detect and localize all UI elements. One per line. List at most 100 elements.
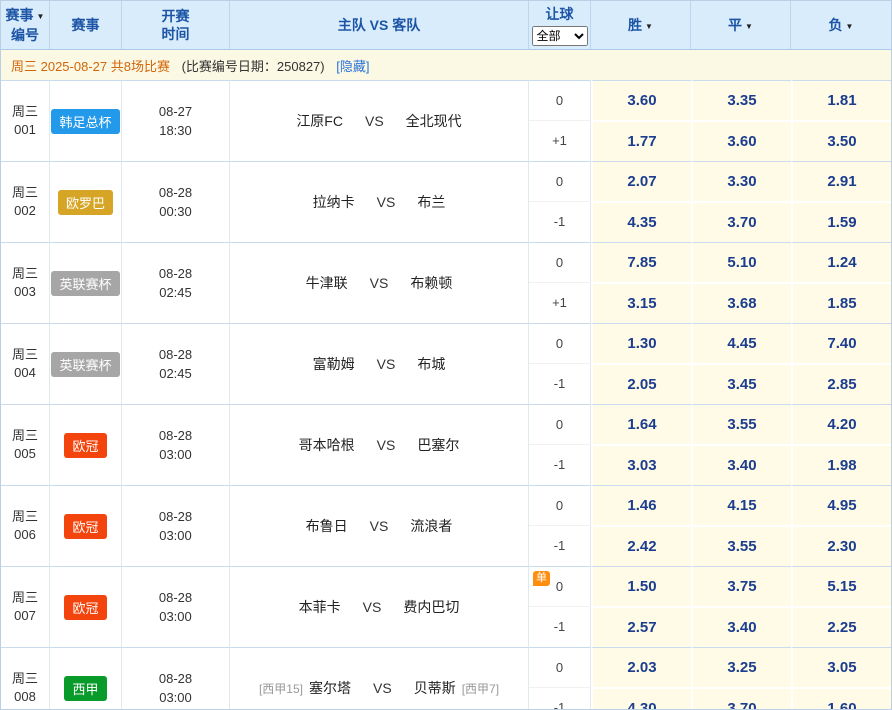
win-odds-cell[interactable]: 2.07: [591, 161, 691, 201]
league-badge[interactable]: 欧冠: [64, 514, 106, 539]
lose-odds-cell[interactable]: 1.98: [791, 444, 891, 485]
draw-odds-cell[interactable]: 5.10: [691, 242, 791, 282]
handicap-value: 0: [556, 174, 563, 189]
draw-odds-cell[interactable]: 4.45: [691, 323, 791, 363]
col-header-draw[interactable]: 平▼: [691, 1, 791, 50]
teams-cell: 牛津联VS布赖顿: [230, 242, 529, 323]
col-header-lose[interactable]: 负▼: [791, 1, 891, 50]
win-odds-cell[interactable]: 3.15: [591, 282, 691, 323]
odds-table: 赛事▼ 编号 赛事 开赛 时间 主队 VS 客队 让球 全部 胜▼: [0, 0, 892, 710]
draw-odds-cell[interactable]: 3.45: [691, 363, 791, 404]
time-cell: 08-2718:30: [122, 80, 230, 161]
lose-odds-cell[interactable]: 1.59: [791, 201, 891, 242]
win-odds-cell[interactable]: 1.30: [591, 323, 691, 363]
league-badge[interactable]: 西甲: [64, 676, 106, 701]
lose-odds-cell[interactable]: 4.20: [791, 404, 891, 444]
win-odds-cell[interactable]: 3.03: [591, 444, 691, 485]
draw-odds-cell[interactable]: 3.35: [691, 80, 791, 120]
win-odds-cell[interactable]: 4.30: [591, 687, 691, 710]
draw-odds-cell[interactable]: 3.55: [691, 404, 791, 444]
match-day: 周三: [1, 508, 49, 526]
sort-arrow-icon: ▼: [645, 22, 653, 31]
draw-odds-cell[interactable]: 3.40: [691, 444, 791, 485]
match-number: 001: [1, 121, 49, 139]
lose-odds-cell[interactable]: 1.85: [791, 282, 891, 323]
single-fixed-tag: 单: [533, 571, 550, 586]
league-badge[interactable]: 欧罗巴: [58, 190, 113, 215]
handicap-cell: 0: [529, 404, 591, 444]
win-odds-cell[interactable]: 1.77: [591, 120, 691, 161]
draw-odds-cell[interactable]: 3.68: [691, 282, 791, 323]
matches-body: 周三001韩足总杯08-2718:30江原FCVS全北现代03.603.351.…: [1, 80, 891, 710]
hide-link[interactable]: [隐藏]: [336, 59, 369, 74]
lose-odds-cell[interactable]: 1.81: [791, 80, 891, 120]
match-date: 08-28: [122, 345, 229, 364]
lose-odds-cell[interactable]: 1.60: [791, 687, 891, 710]
home-team-name: 牛津联: [306, 275, 348, 291]
match-number: 004: [1, 364, 49, 382]
league-badge[interactable]: 韩足总杯: [51, 109, 119, 134]
draw-odds-cell[interactable]: 3.55: [691, 525, 791, 566]
win-odds-cell[interactable]: 2.57: [591, 606, 691, 647]
match-day: 周三: [1, 103, 49, 121]
match-day: 周三: [1, 265, 49, 283]
draw-header-label: 平: [728, 17, 742, 33]
win-odds-cell[interactable]: 2.42: [591, 525, 691, 566]
league-badge[interactable]: 英联赛杯: [51, 352, 119, 377]
lose-odds-cell[interactable]: 1.24: [791, 242, 891, 282]
info-bar-row: 周三 2025-08-27 共8场比赛 (比赛编号日期：250827) [隐藏]: [1, 50, 891, 80]
league-badge[interactable]: 欧冠: [64, 433, 106, 458]
col-header-time: 开赛 时间: [122, 1, 230, 50]
teams-cell: [西甲15]塞尔塔VS贝蒂斯[西甲7]: [230, 647, 529, 710]
win-odds-cell[interactable]: 3.60: [591, 80, 691, 120]
match-number: 005: [1, 445, 49, 463]
vs-label: VS: [365, 113, 384, 129]
match-day: 周三: [1, 589, 49, 607]
col-header-win[interactable]: 胜▼: [591, 1, 691, 50]
lose-odds-cell[interactable]: 4.95: [791, 485, 891, 525]
match-day: 周三: [1, 184, 49, 202]
league-badge[interactable]: 欧冠: [64, 595, 106, 620]
win-odds-cell[interactable]: 1.50: [591, 566, 691, 606]
win-odds-cell[interactable]: 1.64: [591, 404, 691, 444]
league-cell: 欧冠: [50, 485, 122, 566]
lose-odds-cell[interactable]: 2.30: [791, 525, 891, 566]
league-cell: 欧冠: [50, 566, 122, 647]
win-odds-cell[interactable]: 7.85: [591, 242, 691, 282]
league-cell: 英联赛杯: [50, 242, 122, 323]
match-number: 006: [1, 526, 49, 544]
lose-odds-cell[interactable]: 2.85: [791, 363, 891, 404]
lose-odds-cell[interactable]: 2.91: [791, 161, 891, 201]
teams-cell: 布鲁日VS流浪者: [230, 485, 529, 566]
vs-label: VS: [377, 356, 396, 372]
time-cell: 08-2803:00: [122, 404, 230, 485]
handicap-value: -1: [554, 700, 566, 710]
handicap-header-label: 让球: [529, 5, 590, 23]
match-number: 003: [1, 283, 49, 301]
lose-odds-cell[interactable]: 7.40: [791, 323, 891, 363]
league-badge[interactable]: 英联赛杯: [51, 271, 119, 296]
draw-odds-cell[interactable]: 3.60: [691, 120, 791, 161]
col-header-match-number[interactable]: 赛事▼ 编号: [1, 1, 50, 50]
vs-label: VS: [363, 599, 382, 615]
handicap-filter-select[interactable]: 全部: [532, 26, 588, 46]
win-odds-cell[interactable]: 4.35: [591, 201, 691, 242]
draw-odds-cell[interactable]: 3.70: [691, 687, 791, 710]
win-odds-cell[interactable]: 1.46: [591, 485, 691, 525]
lose-odds-cell[interactable]: 5.15: [791, 566, 891, 606]
win-odds-cell[interactable]: 2.05: [591, 363, 691, 404]
draw-odds-cell[interactable]: 3.75: [691, 566, 791, 606]
draw-odds-cell[interactable]: 4.15: [691, 485, 791, 525]
draw-odds-cell[interactable]: 3.30: [691, 161, 791, 201]
draw-odds-cell[interactable]: 3.25: [691, 647, 791, 687]
match-id-cell: 周三007: [1, 566, 50, 647]
vs-label: VS: [377, 437, 396, 453]
match-id-cell: 周三002: [1, 161, 50, 242]
draw-odds-cell[interactable]: 3.70: [691, 201, 791, 242]
lose-odds-cell[interactable]: 3.05: [791, 647, 891, 687]
win-odds-cell[interactable]: 2.03: [591, 647, 691, 687]
lose-odds-cell[interactable]: 3.50: [791, 120, 891, 161]
handicap-cell: -1: [529, 525, 591, 566]
lose-odds-cell[interactable]: 2.25: [791, 606, 891, 647]
draw-odds-cell[interactable]: 3.40: [691, 606, 791, 647]
